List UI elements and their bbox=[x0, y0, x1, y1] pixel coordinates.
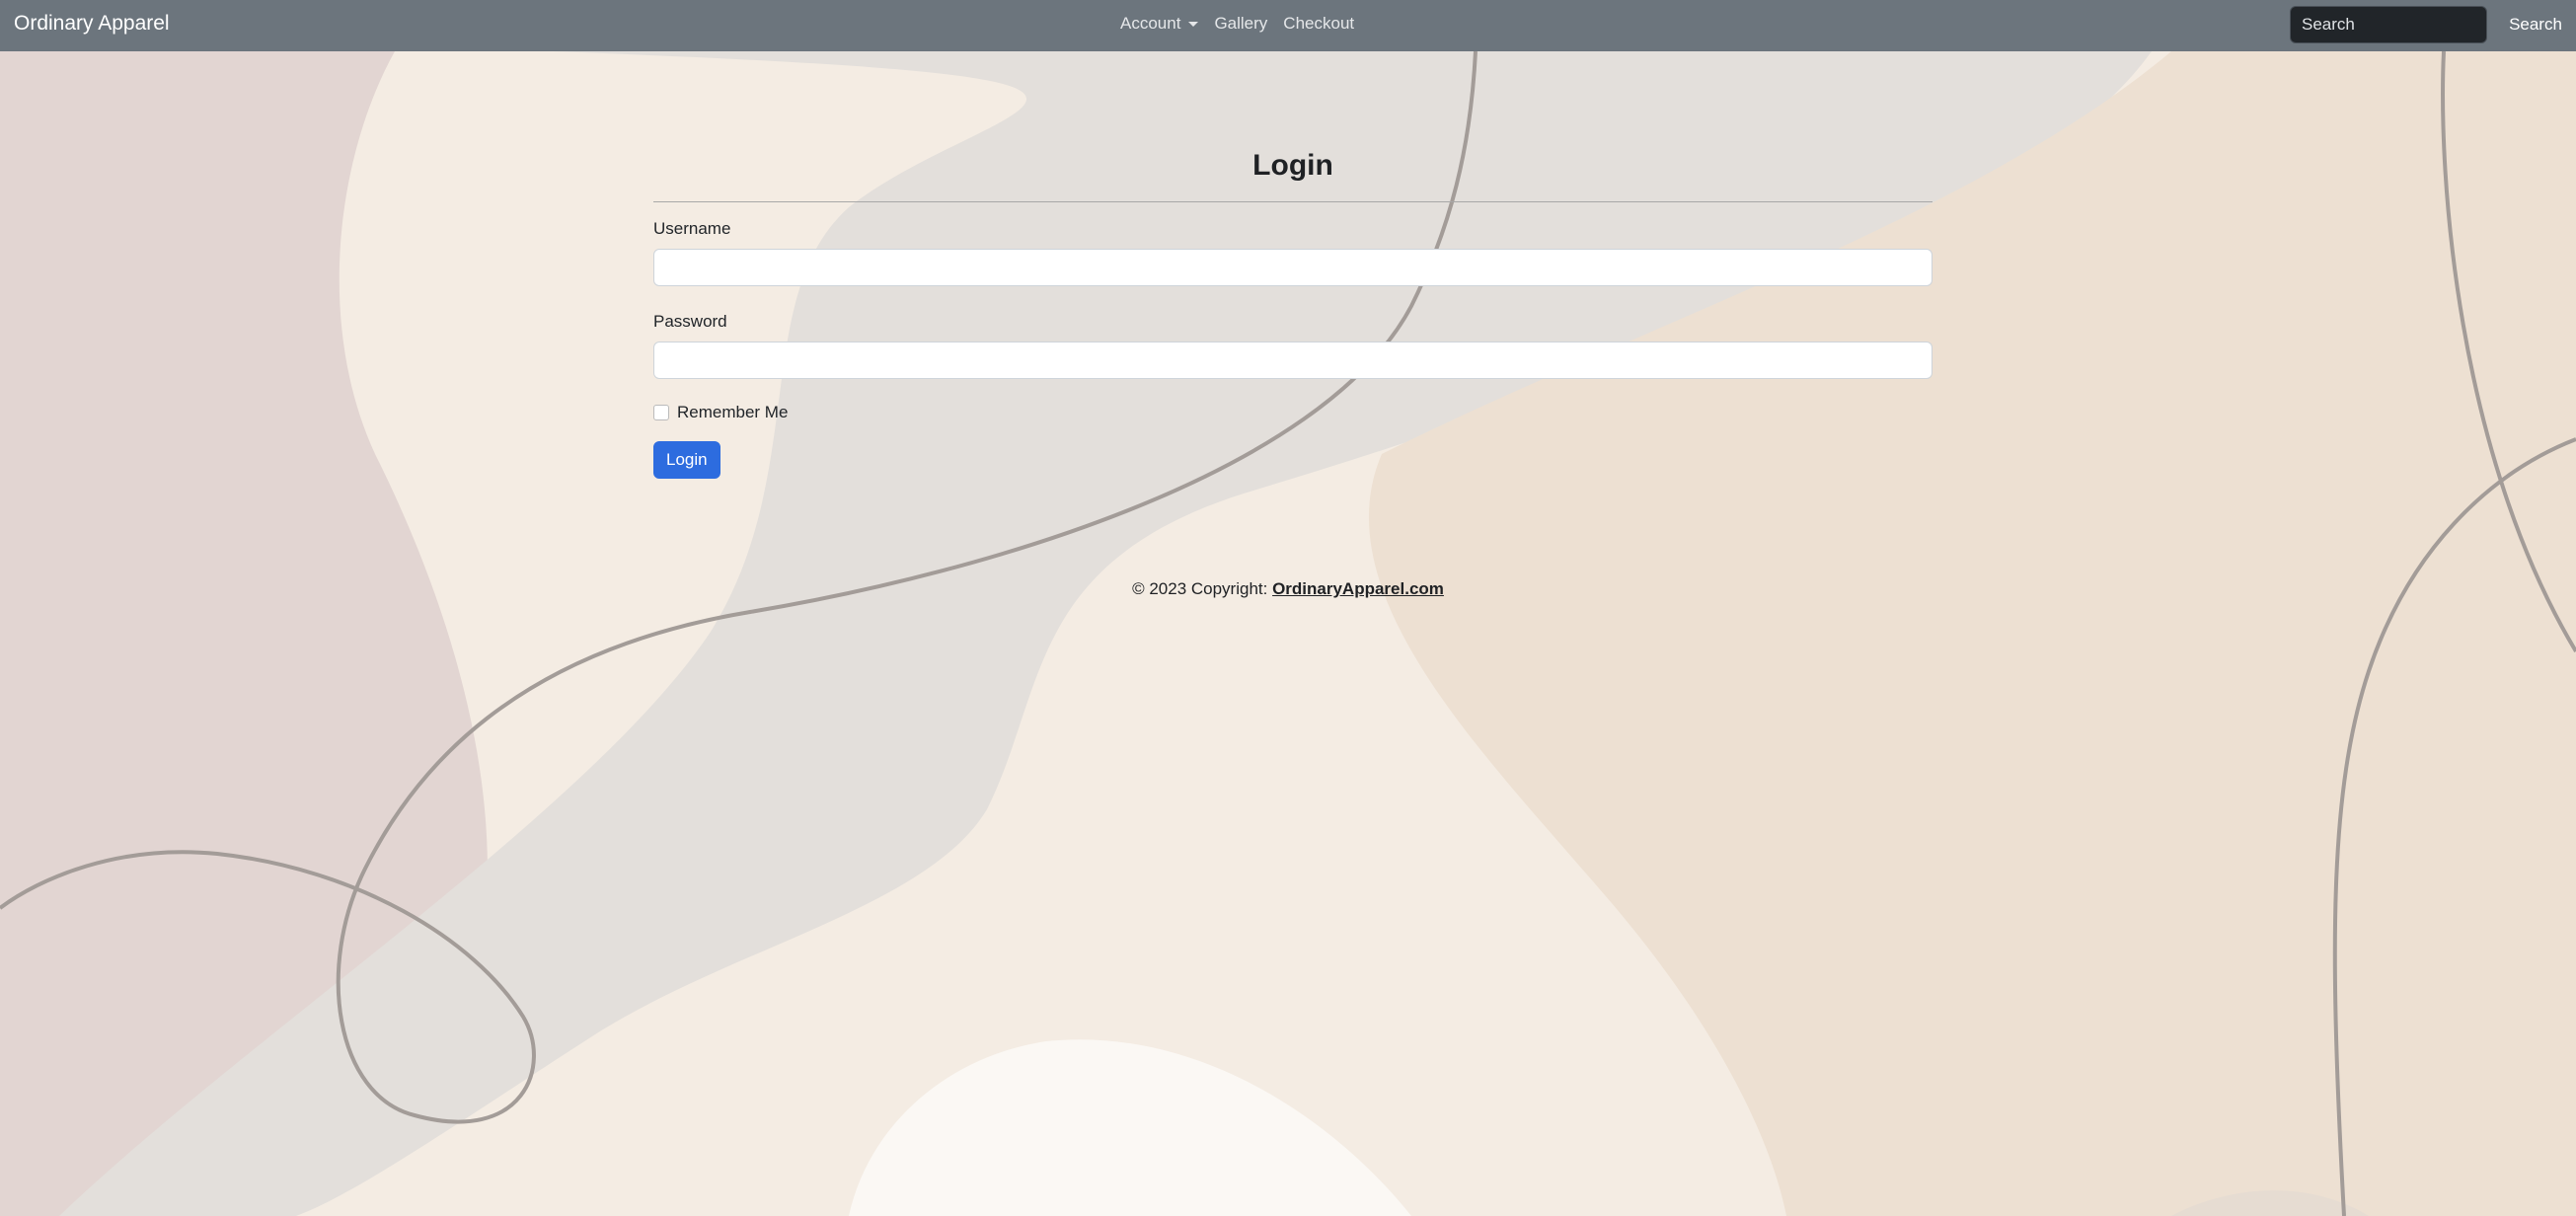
title-divider bbox=[653, 201, 1932, 202]
page-title: Login bbox=[1252, 149, 1333, 182]
nav-links: Account Gallery Checkout bbox=[1120, 13, 1354, 35]
username-field[interactable] bbox=[653, 249, 1932, 286]
password-field[interactable] bbox=[653, 342, 1932, 379]
footer-site-link[interactable]: OrdinaryApparel.com bbox=[1272, 579, 1444, 598]
copyright-text: © 2023 Copyright: bbox=[1132, 579, 1273, 598]
top-navbar: Ordinary Apparel Account Gallery Checkou… bbox=[0, 0, 2576, 51]
nav-item-account[interactable]: Account bbox=[1120, 13, 1199, 35]
nav-item-checkout[interactable]: Checkout bbox=[1283, 13, 1354, 35]
password-label: Password bbox=[653, 312, 727, 331]
remember-me-row: Remember Me bbox=[653, 402, 1932, 423]
search-button[interactable]: Search bbox=[2501, 6, 2570, 43]
nav-item-gallery[interactable]: Gallery bbox=[1214, 13, 1267, 35]
login-form: Login Username Password Remember Me Logi… bbox=[653, 138, 1932, 479]
login-button[interactable]: Login bbox=[653, 441, 720, 479]
remember-me-checkbox[interactable] bbox=[653, 405, 669, 420]
remember-me-label: Remember Me bbox=[677, 403, 789, 421]
footer: © 2023 Copyright: OrdinaryApparel.com bbox=[0, 577, 2576, 601]
nav-item-account-label: Account bbox=[1120, 14, 1181, 33]
chevron-down-icon bbox=[1188, 21, 1199, 27]
search-input[interactable] bbox=[2290, 6, 2487, 43]
brand-logo[interactable]: Ordinary Apparel bbox=[14, 10, 170, 38]
username-label: Username bbox=[653, 219, 731, 238]
